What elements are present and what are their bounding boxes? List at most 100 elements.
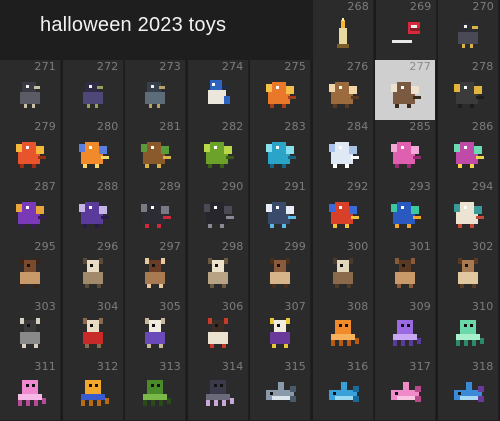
crow-icon	[82, 82, 103, 108]
slot-number: 295	[34, 240, 56, 253]
toy-slot-301[interactable]: 301	[375, 240, 436, 301]
slot-number: 306	[221, 300, 244, 313]
candle-icon	[337, 18, 349, 48]
slot-number: 301	[409, 240, 431, 253]
dragon-icon	[391, 142, 421, 168]
toy-slot-311[interactable]: 311	[0, 360, 61, 421]
toy-slot-296[interactable]: 296	[62, 240, 124, 301]
toy-slot-316[interactable]: 316	[312, 360, 374, 421]
toy-slot-282[interactable]: 282	[187, 120, 249, 181]
slot-number: 290	[221, 180, 244, 193]
slot-number: 280	[96, 120, 119, 133]
toy-slot-280[interactable]: 280	[62, 120, 124, 181]
toy-slot-310[interactable]: 310	[437, 300, 499, 361]
dragon-icon	[141, 142, 171, 168]
bluejay-icon	[207, 80, 230, 104]
toy-slot-305[interactable]: 305	[125, 300, 186, 361]
slot-number: 275	[284, 60, 306, 73]
toy-slot-269[interactable]: 269	[375, 0, 437, 61]
toy-slot-292[interactable]: 292	[312, 180, 374, 241]
goat-icon	[207, 318, 228, 348]
slot-number: 312	[96, 360, 119, 373]
toy-slot-279[interactable]: 279	[0, 120, 61, 181]
slot-number: 309	[409, 300, 431, 313]
dragon-icon	[203, 202, 234, 228]
toy-slot-318[interactable]: 318	[437, 360, 499, 421]
toy-slot-313[interactable]: 313	[125, 360, 186, 421]
goat-icon	[332, 258, 353, 288]
slot-number: 282	[221, 120, 244, 133]
slot-number: 276	[346, 60, 369, 73]
toy-slot-302[interactable]: 302	[437, 240, 499, 301]
toy-slot-268[interactable]: 268	[313, 0, 374, 61]
toy-slot-272[interactable]: 272	[62, 60, 124, 121]
slot-number: 302	[471, 240, 494, 253]
toy-slot-277[interactable]: 277	[375, 60, 436, 121]
toy-slot-274[interactable]: 274	[187, 60, 249, 121]
slot-number: 311	[34, 360, 56, 373]
goat-icon	[145, 318, 165, 348]
slot-number: 269	[409, 0, 432, 13]
octopus-icon	[455, 320, 484, 346]
toy-slot-275[interactable]: 275	[250, 60, 311, 121]
slot-number: 281	[159, 120, 181, 133]
toy-slot-306[interactable]: 306	[187, 300, 249, 361]
toy-slot-291[interactable]: 291	[250, 180, 311, 241]
toy-slot-278[interactable]: 278	[437, 60, 499, 121]
toy-slot-312[interactable]: 312	[62, 360, 124, 421]
toy-slot-285[interactable]: 285	[375, 120, 436, 181]
goat-icon	[82, 258, 103, 288]
slot-number: 274	[221, 60, 244, 73]
goat-icon	[270, 258, 290, 288]
toy-slot-286[interactable]: 286	[437, 120, 499, 181]
toy-slot-298[interactable]: 298	[187, 240, 249, 301]
toy-slot-270[interactable]: 270	[438, 0, 499, 61]
octopus-icon	[143, 380, 171, 406]
toy-slot-299[interactable]: 299	[250, 240, 311, 301]
octopus-icon	[205, 380, 234, 406]
dragon-icon	[453, 142, 484, 168]
toy-slot-290[interactable]: 290	[187, 180, 249, 241]
toy-slot-314[interactable]: 314	[187, 360, 249, 421]
toy-slot-303[interactable]: 303	[0, 300, 61, 361]
toy-slot-273[interactable]: 273	[125, 60, 186, 121]
dragon-icon	[203, 142, 234, 168]
toy-slot-304[interactable]: 304	[62, 300, 124, 361]
dragon-icon	[328, 202, 359, 228]
slot-number: 285	[409, 120, 431, 133]
toy-slot-295[interactable]: 295	[0, 240, 61, 301]
toy-slot-317[interactable]: 317	[375, 360, 436, 421]
slot-number: 303	[34, 300, 56, 313]
octopus-icon	[18, 380, 46, 406]
toy-slot-283[interactable]: 283	[250, 120, 311, 181]
goat-icon	[82, 318, 103, 348]
toy-slot-308[interactable]: 308	[312, 300, 374, 361]
crow-icon	[458, 22, 478, 48]
dragon-icon	[78, 202, 109, 228]
slot-number: 273	[159, 60, 181, 73]
dragon-icon	[266, 82, 296, 108]
goat-icon	[457, 258, 478, 288]
slot-number: 284	[346, 120, 369, 133]
toy-slot-293[interactable]: 293	[375, 180, 436, 241]
toy-slot-315[interactable]: 315	[250, 360, 311, 421]
slot-number: 291	[284, 180, 306, 193]
toy-slot-288[interactable]: 288	[62, 180, 124, 241]
slot-number: 313	[159, 360, 181, 373]
toy-slot-284[interactable]: 284	[312, 120, 374, 181]
slot-number: 300	[346, 240, 369, 253]
toy-slot-281[interactable]: 281	[125, 120, 186, 181]
toy-slot-297[interactable]: 297	[125, 240, 186, 301]
toy-slot-307[interactable]: 307	[250, 300, 311, 361]
toy-slot-271[interactable]: 271	[0, 60, 61, 121]
toy-slot-300[interactable]: 300	[312, 240, 374, 301]
dragon-icon	[453, 202, 484, 228]
slot-number: 294	[471, 180, 494, 193]
slot-number: 292	[346, 180, 369, 193]
toy-slot-309[interactable]: 309	[375, 300, 436, 361]
toy-slot-276[interactable]: 276	[312, 60, 374, 121]
toy-slot-294[interactable]: 294	[437, 180, 499, 241]
slot-number: 314	[221, 360, 244, 373]
toy-slot-287[interactable]: 287	[0, 180, 61, 241]
toy-slot-289[interactable]: 289	[125, 180, 186, 241]
